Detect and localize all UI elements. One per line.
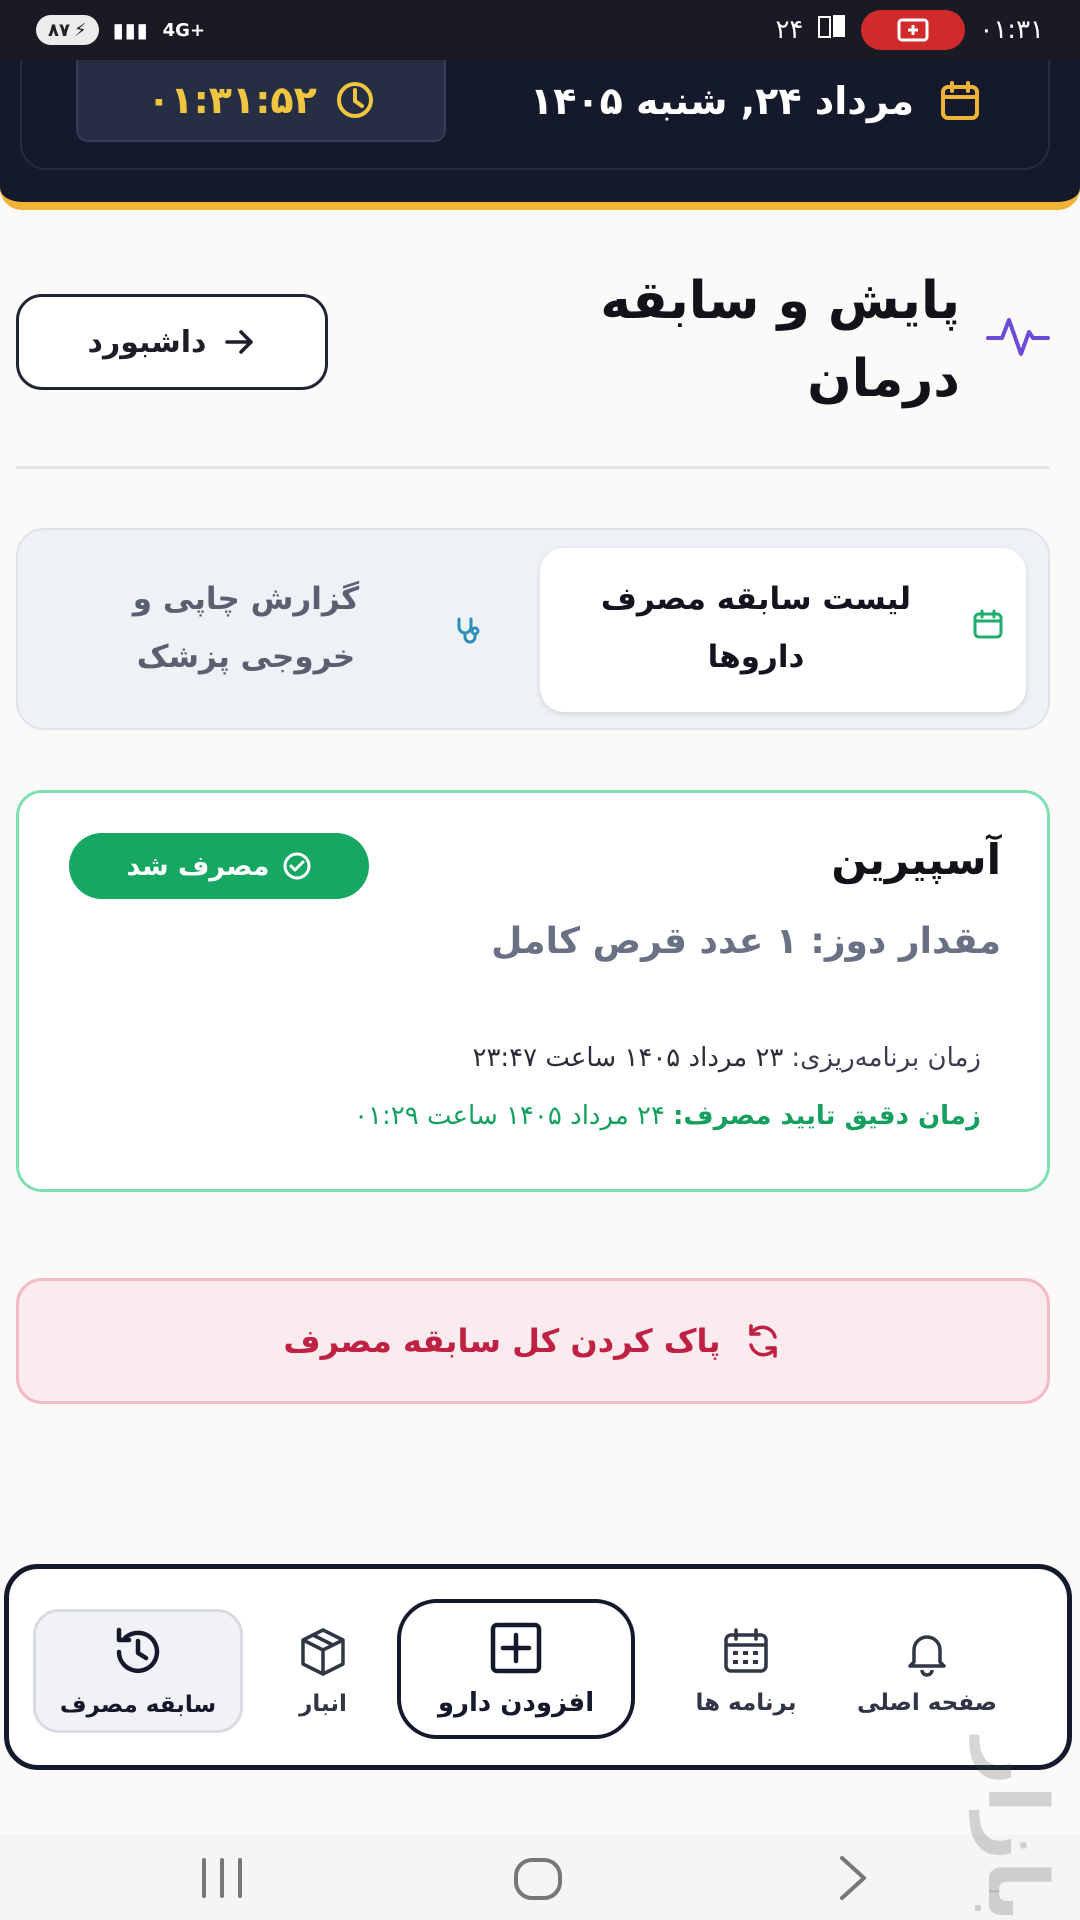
- nav-add-drug[interactable]: افزودن دارو: [397, 1599, 635, 1739]
- battery-level: ۸۷: [48, 19, 70, 41]
- calendar-icon: [941, 81, 979, 120]
- nav-consumption-history[interactable]: سابقه مصرف: [33, 1609, 243, 1733]
- confirmed-time-label: زمان دقیق تایید مصرف:: [672, 1101, 981, 1131]
- recent-apps-icon[interactable]: [202, 1858, 242, 1898]
- date-value: مرداد ۲۴, شنبه ۱۴۰۵: [530, 79, 914, 123]
- drug-name: آسپیرین: [831, 835, 1001, 884]
- nav-inventory-label: انبار: [299, 1691, 347, 1717]
- page-title-row: پایش و سابقه درمان داشبورد: [16, 262, 1050, 432]
- nav-schedules[interactable]: برنامه ها: [651, 1607, 841, 1735]
- divider: [16, 466, 1050, 469]
- nav-inventory[interactable]: انبار: [263, 1607, 383, 1735]
- scheduled-time-row: زمان برنامه‌ریزی: ۲۳ مرداد ۱۴۰۵ ساعت ۲۳:…: [472, 1043, 981, 1073]
- clear-history-label: پاک کردن کل سابقه مصرف: [283, 1322, 721, 1360]
- view-tabs: لیست سابقه مصرف داروها گزارش چاپی و خروج…: [16, 528, 1050, 730]
- refresh-icon: [748, 1324, 777, 1358]
- clock-icon: [336, 82, 373, 118]
- screen-record-indicator[interactable]: [861, 10, 966, 50]
- package-box-icon: [301, 1628, 345, 1676]
- tab-consumption-history-list[interactable]: لیست سابقه مصرف داروها: [540, 548, 1026, 712]
- clock-value: ۰۱:۳۱:۵۲: [147, 78, 317, 122]
- header-panel: ۰۱:۳۱:۵۲ مرداد ۲۴, شنبه ۱۴۰۵: [20, 60, 1050, 170]
- clear-history-button[interactable]: پاک کردن کل سابقه مصرف: [16, 1278, 1050, 1404]
- activity-pulse-icon: [986, 312, 1050, 364]
- nav-history-label: سابقه مصرف: [59, 1692, 217, 1718]
- scheduled-time-label: زمان برنامه‌ریزی:: [791, 1043, 981, 1073]
- tab-label: لیست سابقه مصرف داروها: [600, 581, 912, 675]
- charging-icon: ⚡: [73, 19, 87, 41]
- confirmed-time-value: ۲۴ مرداد ۱۴۰۵ ساعت ۰۱:۲۹: [354, 1101, 665, 1131]
- bell-icon: [908, 1635, 946, 1677]
- back-icon[interactable]: [840, 1856, 866, 1900]
- arrow-right-icon: [225, 330, 254, 354]
- network-type: 4G+: [162, 19, 206, 41]
- record-icon: [897, 18, 929, 42]
- history-clock-icon: [116, 1627, 160, 1674]
- scheduled-time-value: ۲۳ مرداد ۱۴۰۵ ساعت ۲۳:۴۷: [472, 1043, 784, 1073]
- status-bar: ۸۷ ⚡ ▮▮▮ 4G+ ۲۴ ۰۱:۳۱: [0, 0, 1080, 60]
- sim-icon: [817, 13, 847, 48]
- nav-home-label: صفحه اصلی: [856, 1690, 998, 1716]
- live-clock: ۰۱:۳۱:۵۲: [76, 60, 446, 142]
- date-display: مرداد ۲۴, شنبه ۱۴۰۵: [530, 66, 982, 136]
- page-title: پایش و سابقه درمان: [600, 271, 960, 409]
- bottom-navigation: صفحه اصلی برنامه ها افزودن دارو انبار سا…: [4, 1564, 1072, 1770]
- dashboard-button-label: داشبورد: [87, 324, 207, 360]
- dashboard-button[interactable]: داشبورد: [16, 294, 328, 390]
- app-header: ۰۱:۳۱:۵۲ مرداد ۲۴, شنبه ۱۴۰۵: [0, 60, 1080, 210]
- notification-count: ۲۴: [775, 15, 804, 45]
- calendar-icon: [972, 608, 1004, 644]
- home-button-icon[interactable]: [514, 1858, 562, 1900]
- check-circle-icon: [283, 852, 311, 880]
- tab-label: گزارش چاپی و خروجی پزشک: [132, 581, 360, 675]
- calendar-grid-icon: [724, 1628, 768, 1673]
- system-navigation-bar: [0, 1834, 1080, 1920]
- nav-home[interactable]: صفحه اصلی: [837, 1607, 1017, 1735]
- status-badge-label: مصرف شد: [126, 850, 270, 882]
- confirmed-time-row: زمان دقیق تایید مصرف: ۲۴ مرداد ۱۴۰۵ ساعت…: [354, 1101, 981, 1131]
- plus-square-icon: [490, 1622, 542, 1674]
- nav-schedules-label: برنامه ها: [695, 1690, 797, 1716]
- store-watermark-logo: بازار: [969, 1738, 1064, 1920]
- signal-icon: ▮▮▮: [112, 18, 149, 42]
- consumption-record-card: آسپیرین مصرف شد مقدار دوز: ۱ عدد قرص کام…: [16, 790, 1050, 1192]
- dose-text: مقدار دوز: ۱ عدد قرص کامل: [491, 921, 1001, 962]
- battery-indicator: ۸۷ ⚡: [36, 15, 99, 45]
- stethoscope-icon: [452, 616, 482, 650]
- nav-add-drug-label: افزودن دارو: [437, 1688, 595, 1718]
- tab-print-report[interactable]: گزارش چاپی و خروجی پزشک: [40, 548, 540, 712]
- status-badge: مصرف شد: [69, 833, 369, 899]
- status-time: ۰۱:۳۱: [979, 15, 1044, 45]
